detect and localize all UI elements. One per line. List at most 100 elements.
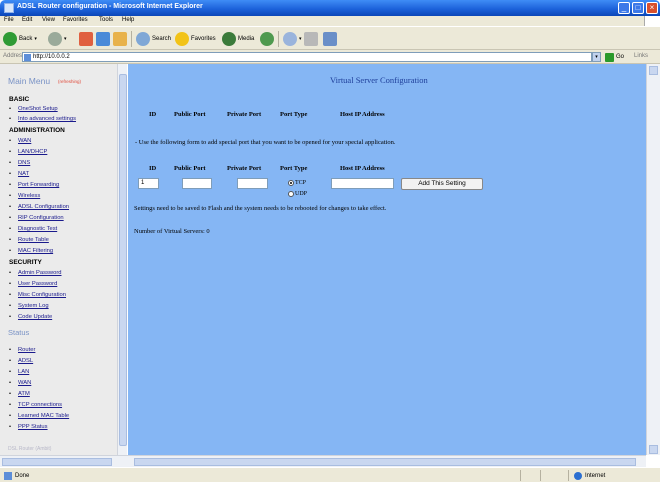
host-ip-input[interactable] xyxy=(331,178,394,189)
back-button[interactable]: Back ▾ xyxy=(3,31,37,47)
sidebar-item-advanced-settings[interactable]: Into advanced settings xyxy=(9,116,76,122)
sidebar-item-misc-configuration[interactable]: Misc Configuration xyxy=(9,292,66,298)
sidebar-item-route-table[interactable]: Route Table xyxy=(9,237,49,243)
minimize-icon[interactable]: _ xyxy=(618,2,630,14)
menu-tools[interactable]: Tools xyxy=(99,17,113,23)
horizontal-scrollbar[interactable] xyxy=(0,455,646,467)
radio-selected-icon xyxy=(288,180,294,186)
sidebar-item-lan-dhcp[interactable]: LAN/DHCP xyxy=(9,149,47,155)
media-button[interactable]: Media xyxy=(222,31,254,47)
forward-arrow-icon xyxy=(48,32,62,46)
sidebar-hscroll-thumb[interactable] xyxy=(2,458,112,466)
maximize-icon[interactable]: □ xyxy=(632,2,644,14)
sidebar-scrollbar-thumb[interactable] xyxy=(119,74,127,446)
search-icon xyxy=(136,32,150,46)
menu-help[interactable]: Help xyxy=(122,17,134,23)
sidebar-scrollbar[interactable] xyxy=(117,64,127,455)
sidebar-item-tcp-connections[interactable]: TCP connections xyxy=(9,402,62,408)
sidebar-item-wan[interactable]: WAN xyxy=(9,138,31,144)
sidebar-item-oneshot-setup[interactable]: OneShot Setup xyxy=(9,106,58,112)
scroll-down-button[interactable] xyxy=(649,445,658,454)
main-menu-title: Main Menu xyxy=(8,76,51,86)
section-basic: BASIC xyxy=(9,96,30,103)
private-port-input[interactable] xyxy=(237,178,268,189)
sidebar-item-wan-status[interactable]: WAN xyxy=(9,380,31,386)
header-public-port: Public Port xyxy=(174,111,206,118)
printer-icon xyxy=(304,32,318,46)
menu-view[interactable]: View xyxy=(42,17,55,23)
edit-page-icon xyxy=(323,32,337,46)
address-dropdown-button[interactable]: ▾ xyxy=(592,52,601,62)
udp-radio[interactable]: UDP xyxy=(288,191,307,197)
page-icon xyxy=(24,54,31,61)
sidebar-item-adsl-configuration[interactable]: ADSL Configuration xyxy=(9,204,69,210)
history-icon xyxy=(260,32,274,46)
sidebar-item-atm[interactable]: ATM xyxy=(9,391,30,397)
form-header-private-port: Private Port xyxy=(227,165,262,172)
address-input[interactable]: http://10.0.0.2 xyxy=(22,52,592,62)
menu-favorites[interactable]: Favorites xyxy=(63,17,88,23)
content-frame xyxy=(128,64,646,455)
page-title: Virtual Server Configuration xyxy=(330,75,428,85)
sidebar-item-ppp-status[interactable]: PPP Status xyxy=(9,424,48,430)
tcp-radio[interactable]: TCP xyxy=(288,180,306,186)
search-button[interactable]: Search xyxy=(136,31,171,47)
address-value: http://10.0.0.2 xyxy=(33,54,70,60)
edit-button[interactable] xyxy=(323,31,337,47)
header-private-port: Private Port xyxy=(227,111,262,118)
sidebar-item-dns[interactable]: DNS xyxy=(9,160,30,166)
go-label: Go xyxy=(616,54,625,60)
print-button[interactable] xyxy=(304,31,318,47)
sidebar-item-nat[interactable]: NAT xyxy=(9,171,29,177)
sidebar-item-diagnostic-test[interactable]: Diagnostic Test xyxy=(9,226,57,232)
section-status: Status xyxy=(8,328,30,337)
scroll-up-button[interactable] xyxy=(649,66,658,75)
sidebar-item-port-forwarding[interactable]: Port Forwarding xyxy=(9,182,59,188)
forward-button[interactable]: ▾ xyxy=(48,31,67,47)
window-titlebar: ADSL Router configuration - Microsoft In… xyxy=(0,0,660,16)
sidebar-item-user-password[interactable]: User Password xyxy=(9,281,57,287)
header-port-type: Port Type xyxy=(280,111,308,118)
sidebar-item-mac-filtering[interactable]: MAC Filtering xyxy=(9,248,53,254)
sidebar-item-learned-mac-table[interactable]: Learned MAC Table xyxy=(9,413,69,419)
chevron-down-icon: ▾ xyxy=(64,36,67,42)
star-icon xyxy=(175,32,189,46)
header-id: ID xyxy=(149,111,157,118)
form-header-public-port: Public Port xyxy=(174,165,206,172)
sidebar-frame: Main Menu (refreshing) BASIC OneShot Set… xyxy=(0,64,117,455)
form-instructions: - Use the following form to add special … xyxy=(135,139,396,146)
menu-edit[interactable]: Edit xyxy=(22,17,32,23)
stop-button[interactable] xyxy=(79,31,93,47)
public-port-input[interactable] xyxy=(182,178,212,189)
favorites-button[interactable]: Favorites xyxy=(175,31,216,47)
radio-unselected-icon xyxy=(288,191,294,197)
menu-file[interactable]: File xyxy=(4,17,14,23)
udp-label: UDP xyxy=(295,191,308,197)
sidebar-item-router[interactable]: Router xyxy=(9,347,35,353)
sidebar-item-adsl[interactable]: ADSL xyxy=(9,358,33,364)
security-zone: Internet xyxy=(574,472,605,480)
form-header-host-ip: Host IP Address xyxy=(340,165,385,172)
go-button[interactable]: Go xyxy=(605,52,624,62)
favorites-label: Favorites xyxy=(191,36,216,42)
id-input[interactable]: 1 xyxy=(138,178,159,189)
mail-button[interactable]: ▾ xyxy=(283,31,302,47)
add-setting-button[interactable]: Add This Setting xyxy=(401,178,483,190)
sidebar-item-admin-password[interactable]: Admin Password xyxy=(9,270,62,276)
zone-label: Internet xyxy=(585,473,606,479)
content-hscroll-thumb[interactable] xyxy=(134,458,636,466)
sidebar-item-system-log[interactable]: System Log xyxy=(9,303,49,309)
close-icon[interactable]: × xyxy=(646,2,658,14)
history-button[interactable] xyxy=(260,31,274,47)
sidebar-item-code-update[interactable]: Code Update xyxy=(9,314,52,320)
home-button[interactable] xyxy=(113,31,127,47)
sidebar-item-lan[interactable]: LAN xyxy=(9,369,29,375)
section-security: SECURITY xyxy=(9,259,42,266)
sidebar-item-wireless[interactable]: Wireless xyxy=(9,193,40,199)
globe-icon xyxy=(574,472,582,480)
toolbar: Back ▾ ▾ Search Favorites Media ▾ xyxy=(0,26,660,50)
links-button[interactable]: Links xyxy=(634,53,648,59)
sidebar-item-rip-configuration[interactable]: RIP Configuration xyxy=(9,215,64,221)
refresh-button[interactable] xyxy=(96,31,110,47)
content-scrollbar[interactable] xyxy=(646,64,660,455)
